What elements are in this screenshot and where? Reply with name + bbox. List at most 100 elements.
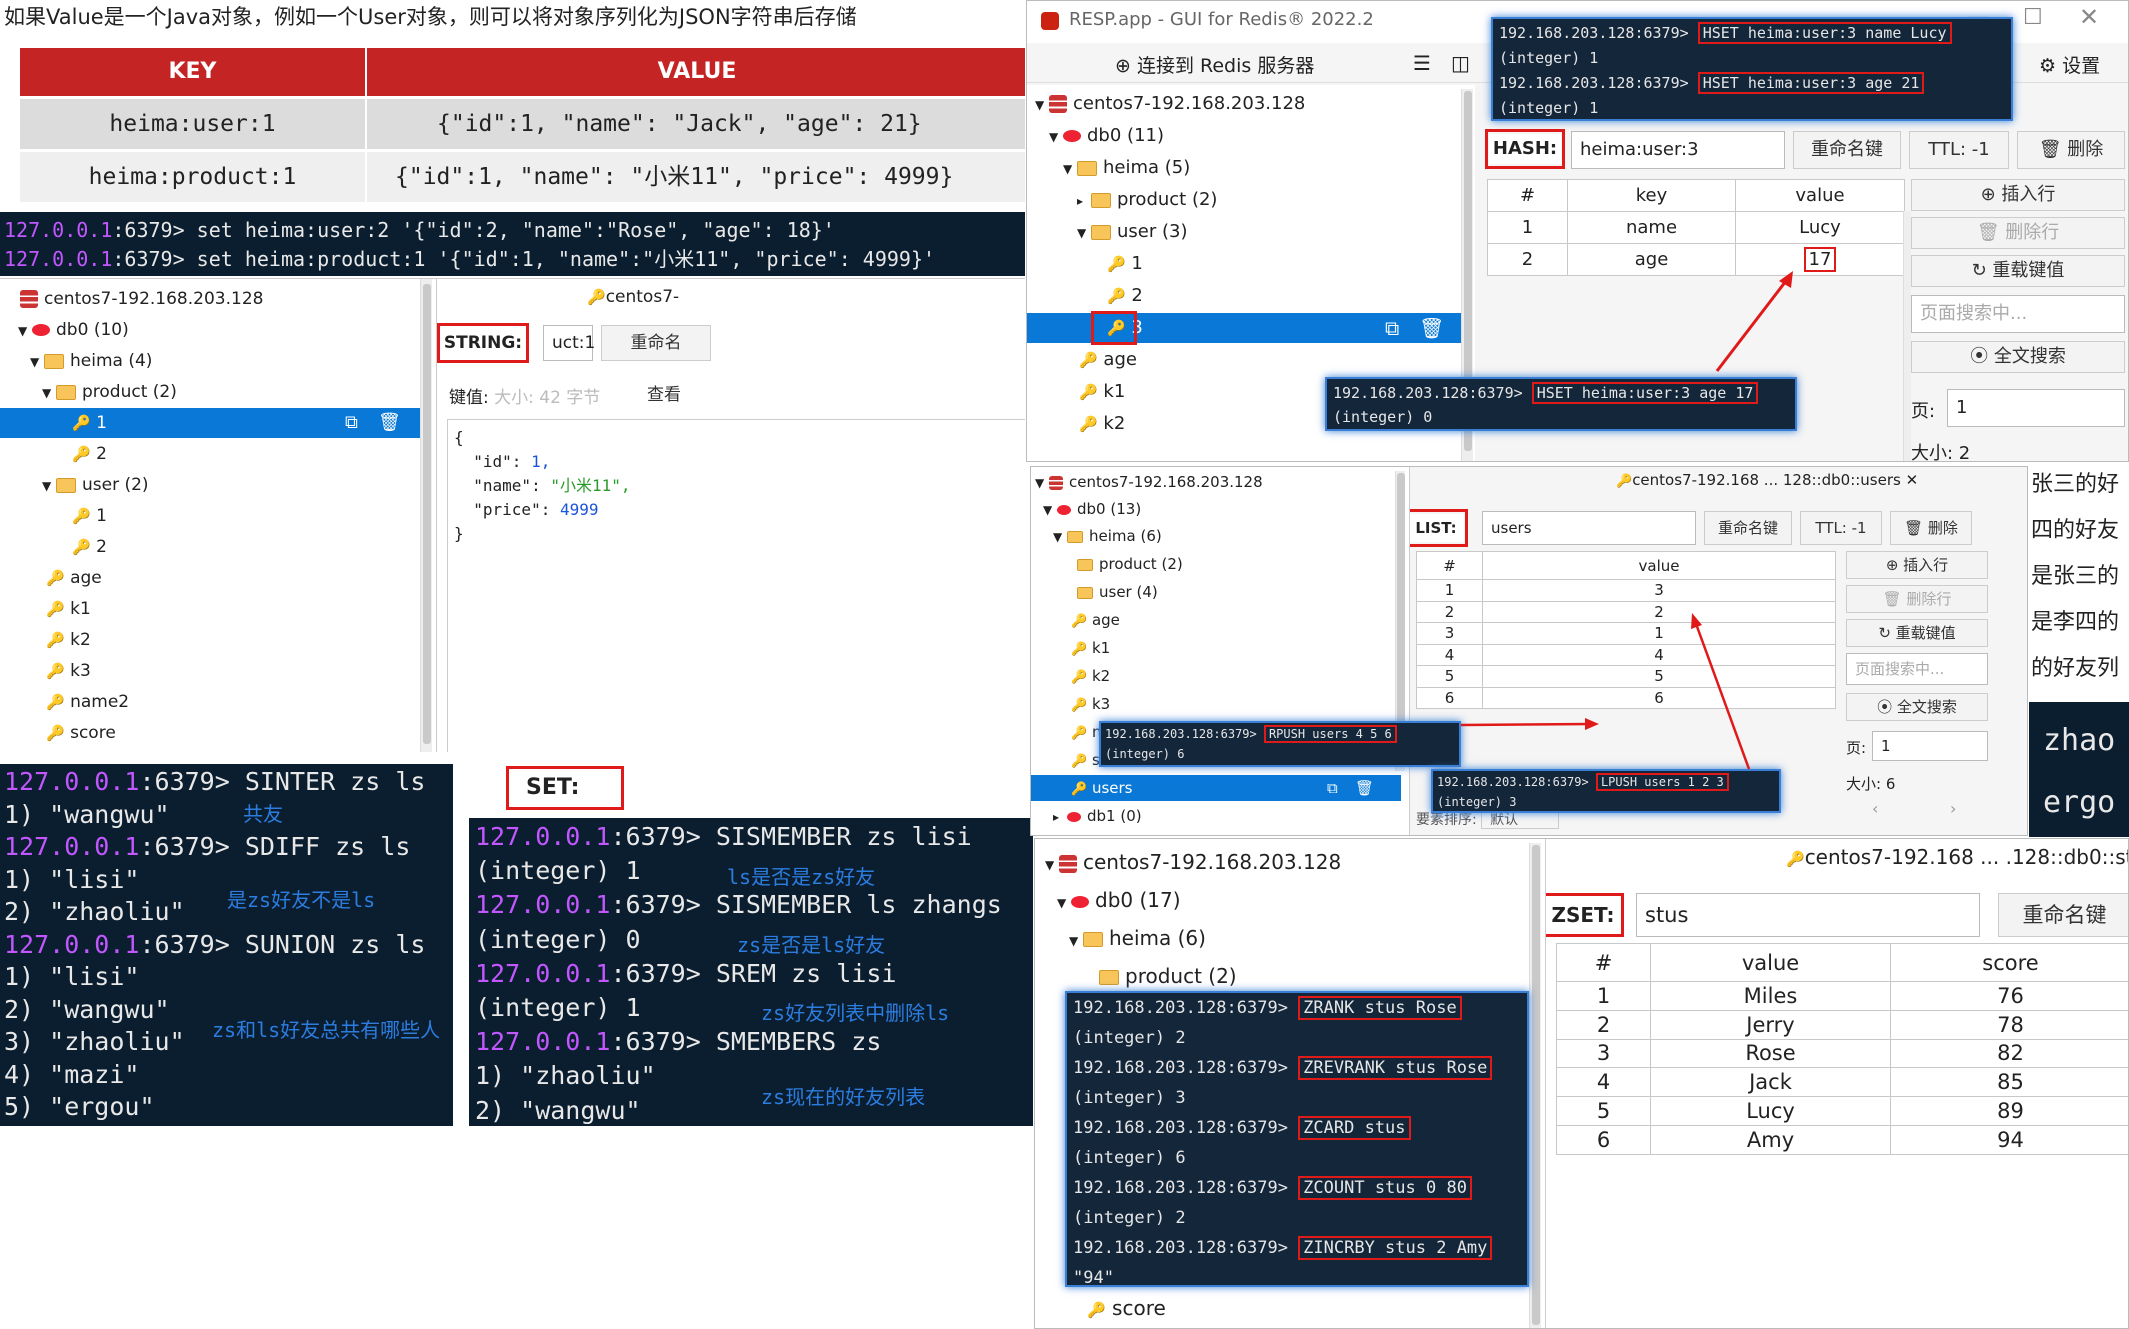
arrow-annotation (1460, 613, 1751, 770)
command: 1) "wangwu" (4, 799, 170, 829)
tab-stus[interactable]: centos7-192.168 ... .128::db0::st (1786, 845, 2129, 869)
key-name2[interactable]: name2 (46, 687, 129, 717)
key-k3[interactable]: k3 (46, 656, 91, 686)
command: 2) "zhaoliu" (4, 897, 185, 926)
copy-icon[interactable]: ⧉ (345, 408, 358, 438)
view-button[interactable]: 查看 (617, 378, 711, 412)
command: (integer) 0 (475, 924, 641, 954)
cell: 89 (1890, 1096, 2128, 1126)
terminal-line: (integer) 6 (1073, 1143, 1521, 1173)
table-row[interactable]: 1 Miles 76 (1556, 981, 2128, 1011)
key-product-1[interactable]: 1 ⧉ 🗑 (0, 408, 430, 438)
table-row[interactable]: 2 Jerry 78 (1556, 1009, 2128, 1040)
key-age[interactable]: age (46, 563, 102, 593)
tab-string[interactable]: centos7- (587, 287, 679, 307)
terminal-line: 1) "zhaoliu" (475, 1059, 1027, 1093)
json-line: "id": 1, (454, 450, 1020, 474)
cell: 6 (1556, 1124, 1651, 1155)
strip-line: 是张三的 (2031, 564, 2120, 589)
command: :6379> SREM zs lisi (610, 958, 897, 988)
key-icon (1087, 1301, 1106, 1319)
annotation: ls是否是zs好友 (727, 865, 876, 889)
prompt: (integer) 2 (1073, 1028, 1186, 1048)
strip-line: 四的好友 (2031, 518, 2120, 543)
db-label: db0 (1095, 888, 1134, 912)
table-row[interactable]: 4 Jack 85 (1556, 1067, 2128, 1098)
cell: Jerry (1650, 1009, 1891, 1040)
strip-line: 的好友列 (2031, 656, 2120, 681)
table-row[interactable]: 3 Rose 82 (1556, 1038, 2128, 1069)
command: (integer) 1 (475, 856, 641, 886)
terminal-line: 127.0.0.1:6379> SUNION zs ls (4, 929, 449, 962)
database-icon (32, 324, 50, 336)
command: :6379> SMEMBERS zs (610, 1027, 882, 1057)
folder-label: product (2) (1125, 964, 1237, 988)
strip-line: 是李四的 (2031, 610, 2120, 635)
intro-text: 如果Value是一个Java对象，例如一个User对象，则可以将对象序列化为JS… (4, 5, 857, 29)
key-score[interactable]: score (1087, 1291, 1166, 1325)
annotation: zs好友列表中删除ls (761, 1001, 950, 1025)
json-value-editor[interactable]: { "id": 1, "name": "小米11", "price": 4999… (447, 419, 1025, 752)
server-icon (1059, 854, 1077, 873)
rename-button[interactable]: 重命名键 (1998, 893, 2128, 937)
delete-icon[interactable]: 🗑 (378, 408, 401, 438)
db-node[interactable]: ▼ db0 (10) (18, 315, 129, 345)
set-terminal-mid: 127.0.0.1 :6379> SISMEMBER zs lisi (intege… (469, 818, 1033, 1126)
folder-icon (44, 353, 64, 369)
tree-scrollbar[interactable] (1529, 843, 1541, 1328)
table-row[interactable]: 5 Lucy 89 (1556, 1096, 2128, 1126)
strip-term-line: ergo (2043, 785, 2116, 820)
hash-window: RESP.app - GUI for Redis® 2022.2 — ☐ ✕ ⊕… (1026, 0, 2129, 462)
key-name-input[interactable]: uct:1 (543, 325, 595, 361)
terminal-line: 127.0.0.1:6379> SMEMBERS zs (475, 1025, 1027, 1059)
db-node[interactable]: ▼ db0 (17) (1057, 883, 1181, 917)
key-user-1[interactable]: 1 (72, 501, 107, 531)
kv-row1-value: {"id":1, "name": "Jack", "age": 21} (367, 99, 1025, 149)
command: :6379> SISMEMBER zs lisi (610, 822, 972, 851)
terminal-line: 4) "mazi" (4, 1059, 449, 1092)
key-icon (46, 724, 65, 742)
key-label: k1 (70, 599, 91, 619)
cell: Jack (1650, 1067, 1891, 1098)
annotation: zs现在的好友列表 (761, 1085, 926, 1109)
command: 4) "mazi" (4, 1059, 140, 1089)
prompt: 127.0.0.1 (475, 958, 611, 988)
folder-product[interactable]: product (2) (1099, 959, 1237, 993)
folder-icon (56, 477, 76, 493)
prompt: 192.168.203.128:6379> (1073, 1238, 1299, 1258)
tab-label: centos7-192.168 ... .128::db0::st (1804, 845, 2129, 869)
command: 1) "zhaoliu" (475, 1061, 656, 1091)
prompt: 127.0.0.1 (475, 890, 611, 920)
terminal-line: (integer) 3 (1073, 1083, 1521, 1113)
folder-product[interactable]: ▼ product (2) (42, 377, 177, 407)
cell: 5 (1556, 1096, 1651, 1126)
key-icon (72, 414, 91, 432)
server-node[interactable]: centos7-192.168.203.128 (20, 284, 263, 314)
key-k2[interactable]: k2 (46, 625, 91, 655)
key-icon (72, 507, 91, 525)
key-icon (46, 662, 65, 680)
folder-user[interactable]: ▼ user (2) (42, 470, 149, 500)
tree-scrollbar[interactable] (420, 279, 432, 752)
cell: Miles (1650, 981, 1891, 1011)
key-product-2[interactable]: 2 (72, 439, 107, 469)
key-score[interactable]: score (46, 718, 116, 748)
folder-label: heima (6) (1109, 926, 1206, 950)
zset-terminal-overlay: 192.168.203.128:6379> ZRANK stus Rose (in… (1065, 991, 1529, 1288)
key-name-input[interactable]: stus (1636, 893, 1980, 937)
folder-heima[interactable]: ▼ heima (4) (30, 346, 152, 376)
key-k1[interactable]: k1 (46, 594, 91, 624)
terminal-line: "94" (1073, 1263, 1521, 1293)
rename-button[interactable]: 重命名 (601, 325, 711, 361)
prompt: 192.168.203.128:6379> (1073, 1118, 1299, 1138)
key-user-2[interactable]: 2 (72, 532, 107, 562)
kv-row1-key: heima:user:1 (20, 99, 365, 149)
set-label: SET: (512, 772, 592, 804)
server-node[interactable]: ▼ centos7-192.168.203.128 (1045, 845, 1341, 879)
json-key: "id": (454, 452, 532, 471)
table-row[interactable]: 6 Amy 94 (1556, 1124, 2128, 1155)
folder-heima[interactable]: ▼ heima (6) (1069, 921, 1206, 955)
cell: 3 (1556, 1038, 1651, 1069)
prompt: 127.0.0.1 (4, 247, 113, 271)
terminal-line: (integer) 2 (1073, 1203, 1521, 1233)
